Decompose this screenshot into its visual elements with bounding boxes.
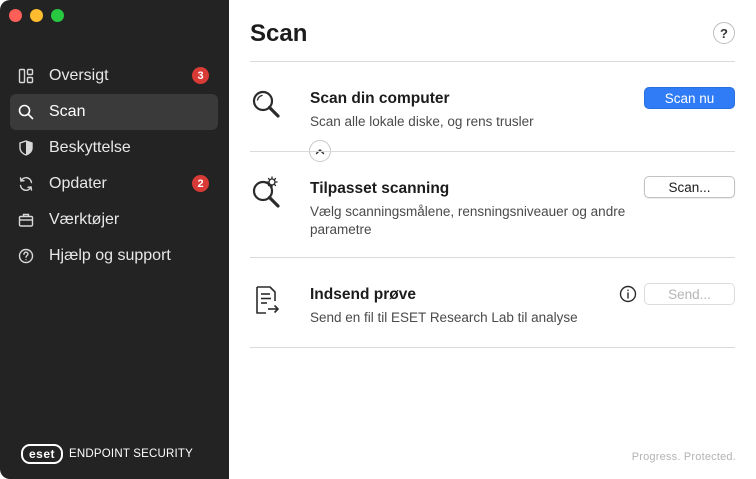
notification-badge: 2 [192, 175, 209, 192]
section-description: Vælg scanningsmålene, rensningsniveauer … [310, 204, 626, 237]
help-button[interactable]: ? [713, 22, 735, 44]
send-sample-button[interactable]: Send... [644, 283, 735, 305]
sidebar-item-oversigt[interactable]: Oversigt 3 [10, 58, 218, 94]
sidebar-item-label: Opdater [49, 175, 107, 192]
sidebar: Oversigt 3 Scan Beskyttelse Opdater 2 Væ… [0, 0, 229, 479]
product-name: ENDPOINT SECURITY [69, 448, 193, 460]
sidebar-item-scan[interactable]: Scan [10, 94, 218, 130]
shield-icon [17, 139, 35, 157]
magnifier-icon [250, 88, 284, 122]
divider [250, 347, 735, 348]
brand: eset ENDPOINT SECURITY [21, 444, 193, 464]
section-title: Tilpasset scanning [310, 180, 450, 197]
sidebar-item-hjaelp[interactable]: Hjælp og support [10, 238, 218, 274]
sidebar-item-label: Værktøjer [49, 211, 120, 228]
scan-now-button[interactable]: Scan nu [644, 87, 735, 109]
document-send-icon [250, 284, 284, 318]
sidebar-item-label: Beskyttelse [49, 139, 131, 156]
custom-scan-button[interactable]: Scan... [644, 176, 735, 198]
scan-computer-section: Scan din computer Scan alle lokale diske… [250, 62, 735, 162]
refresh-icon [17, 175, 35, 193]
page-title: Scan [250, 20, 308, 47]
dashboard-icon [17, 67, 35, 85]
section-description: Send en fil til ESET Research Lab til an… [310, 310, 578, 325]
notification-badge: 3 [192, 67, 209, 84]
app-window: Oversigt 3 Scan Beskyttelse Opdater 2 Væ… [0, 0, 756, 479]
eset-logo: eset [21, 444, 64, 464]
maximize-window-button[interactable] [51, 9, 64, 22]
main-content: Scan ? Scan din computer Scan alle lokal… [229, 0, 756, 479]
sidebar-nav: Oversigt 3 Scan Beskyttelse Opdater 2 Væ… [10, 58, 218, 274]
tagline: Progress. Protected. [631, 451, 736, 463]
minimize-window-button[interactable] [30, 9, 43, 22]
briefcase-icon [17, 211, 35, 229]
help-circle-icon [17, 247, 35, 265]
search-icon [17, 103, 35, 121]
sidebar-item-label: Oversigt [49, 67, 109, 84]
section-title: Scan din computer [310, 90, 450, 107]
section-description: Scan alle lokale diske, og rens trusler [310, 114, 534, 129]
sidebar-item-opdater[interactable]: Opdater 2 [10, 166, 218, 202]
section-title: Indsend prøve [310, 286, 416, 303]
window-controls [9, 9, 64, 22]
sidebar-item-label: Scan [49, 103, 86, 120]
custom-scan-section: Tilpasset scanning Vælg scanningsmålene,… [250, 152, 735, 258]
close-window-button[interactable] [9, 9, 22, 22]
sidebar-item-vaerktojer[interactable]: Værktøjer [10, 202, 218, 238]
sidebar-item-beskyttelse[interactable]: Beskyttelse [10, 130, 218, 166]
magnifier-gear-icon [250, 176, 284, 210]
submit-sample-section: Indsend prøve Send en fil til ESET Resea… [250, 258, 735, 348]
sidebar-item-label: Hjælp og support [49, 247, 171, 264]
info-icon[interactable] [619, 285, 637, 303]
